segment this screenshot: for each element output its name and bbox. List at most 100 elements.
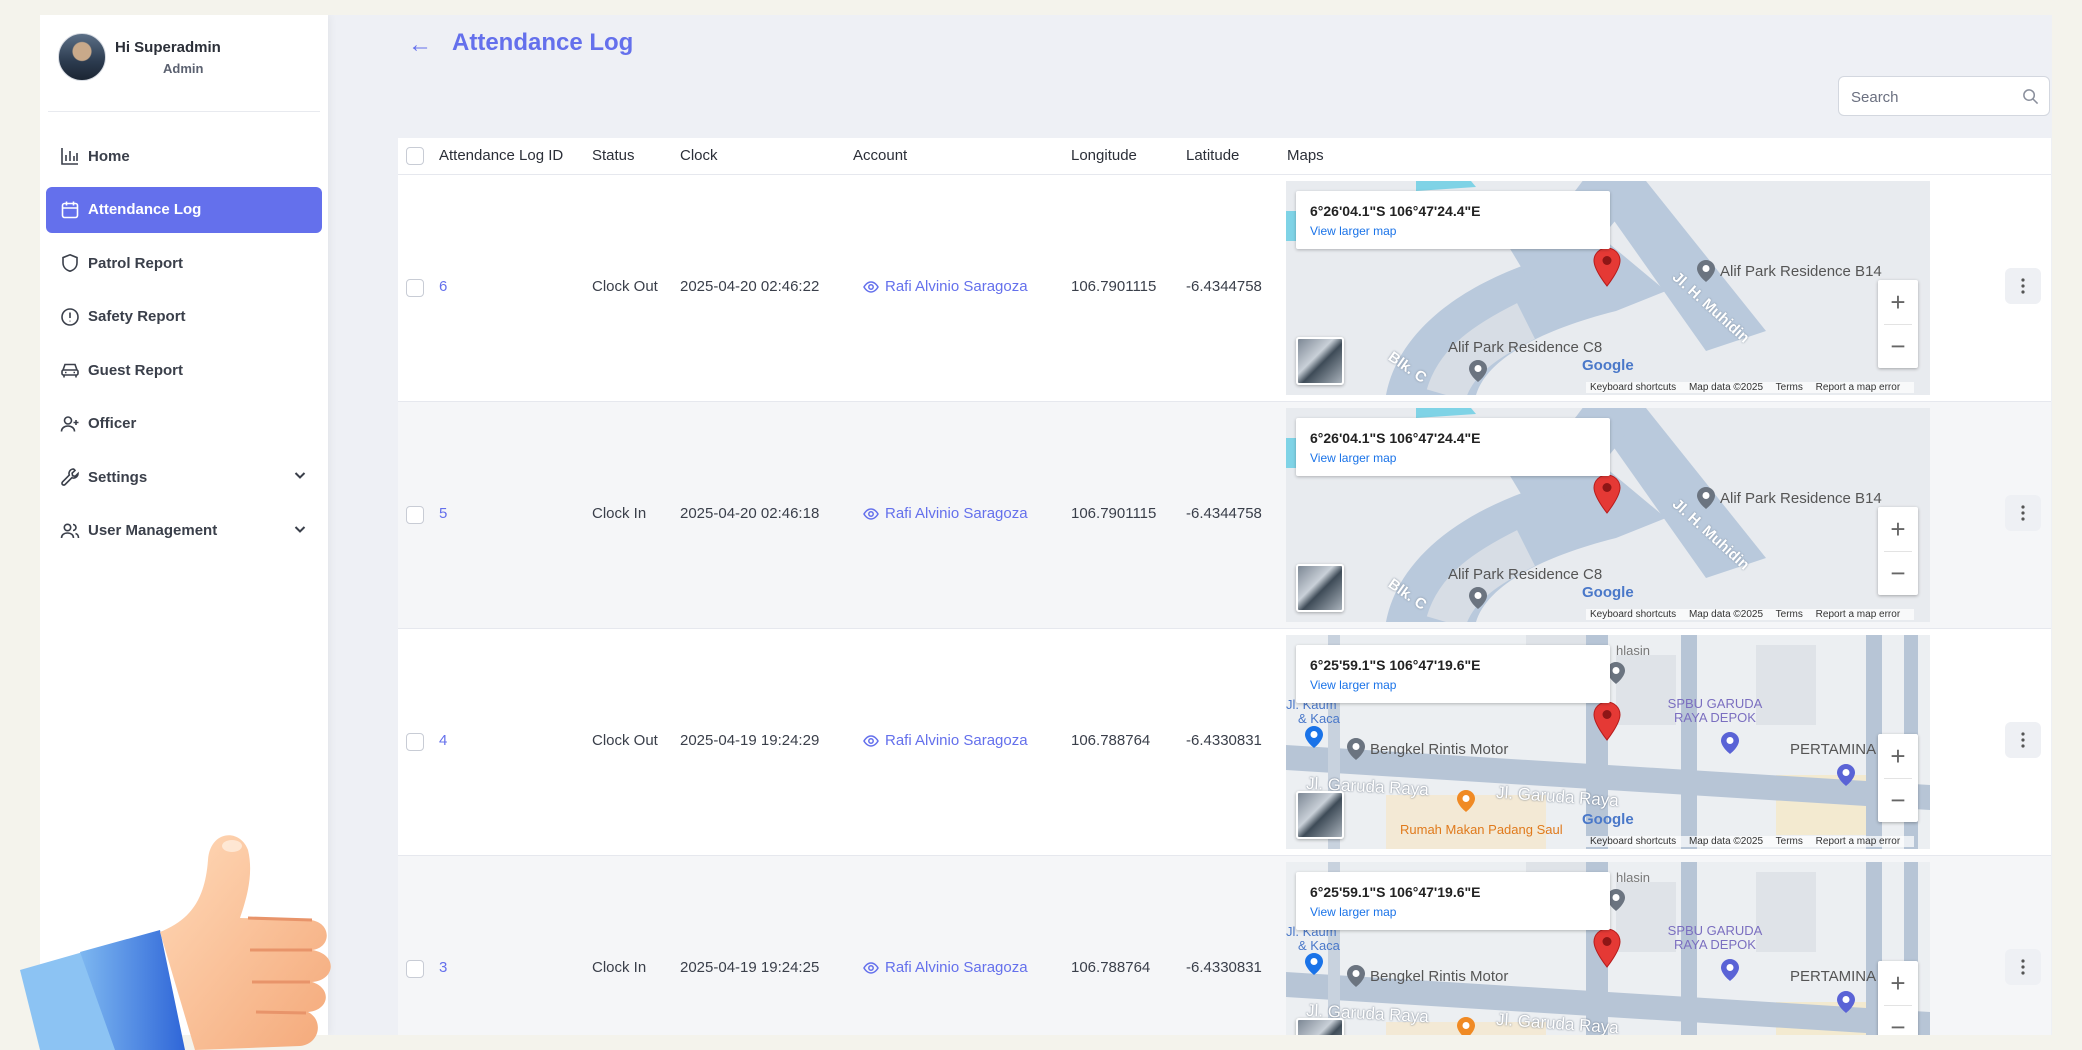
table-row[interactable]: 4 Clock Out 2025-04-19 19:24:29 Rafi Alv… [398,629,2051,856]
sidebar-item-home[interactable]: Home [46,133,322,179]
terms-link[interactable]: Terms [1776,836,1803,847]
embedded-map[interactable]: Alif Park Residence B14 Alif Park Reside… [1286,181,1930,395]
attendance-id-link[interactable]: 4 [439,732,447,749]
view-larger-map-link[interactable]: View larger map [1310,224,1396,238]
location-pin-icon[interactable] [1593,474,1621,514]
account-link[interactable]: Rafi Alvinio Saragoza [863,505,1028,522]
zoom-in-button[interactable]: + [1878,507,1918,551]
column-header[interactable]: Longitude [1071,147,1137,164]
location-pin-icon[interactable] [1593,701,1621,741]
sidebar-item-label: Officer [88,415,137,432]
keyboard-shortcuts-link[interactable]: Keyboard shortcuts [1590,382,1676,393]
table-row[interactable]: 5 Clock In 2025-04-20 02:46:18 Rafi Alvi… [398,402,2051,629]
keyboard-shortcuts-link[interactable]: Keyboard shortcuts [1590,609,1676,620]
latitude-text: -6.4330831 [1186,732,1262,749]
place-marker-icon[interactable] [1304,725,1324,754]
row-actions-button[interactable] [2005,268,2041,304]
table-body: 6 Clock Out 2025-04-20 02:46:22 Rafi Alv… [398,175,2051,1035]
restaurant-marker-icon[interactable] [1456,789,1476,818]
place-marker-icon[interactable] [1696,486,1716,515]
satellite-toggle-button[interactable] [1296,791,1344,839]
location-pin-icon[interactable] [1593,247,1621,287]
satellite-toggle-button[interactable] [1296,1018,1344,1035]
table-row[interactable]: 3 Clock In 2025-04-19 19:24:25 Rafi Alvi… [398,856,2051,1035]
terms-link[interactable]: Terms [1776,609,1803,620]
clock-text: 2025-04-20 02:46:18 [680,505,820,522]
column-header[interactable]: Account [853,147,907,164]
row-checkbox[interactable] [406,279,424,297]
search-box[interactable] [1838,76,2050,116]
map-data-text: Map data ©2025 [1688,382,1764,393]
place-marker-icon[interactable] [1836,990,1856,1019]
sidebar-item-patrol-report[interactable]: Patrol Report [46,240,322,286]
sidebar-item-safety-report[interactable]: Safety Report [46,294,322,340]
embedded-map[interactable]: Bengkel Rintis Motor SPBU GARUDA RAYA DE… [1286,635,1930,849]
attendance-id-link[interactable]: 5 [439,505,447,522]
column-header[interactable]: Status [592,147,635,164]
view-larger-map-link[interactable]: View larger map [1310,905,1396,919]
report-error-link[interactable]: Report a map error [1816,836,1900,847]
sidebar-item-settings[interactable]: Settings [46,454,322,500]
row-actions-button[interactable] [2005,722,2041,758]
report-error-link[interactable]: Report a map error [1816,609,1900,620]
view-larger-map-link[interactable]: View larger map [1310,678,1396,692]
report-error-link[interactable]: Report a map error [1816,382,1900,393]
view-larger-map-link[interactable]: View larger map [1310,451,1396,465]
zoom-out-button[interactable]: − [1878,551,1918,595]
keyboard-shortcuts-link[interactable]: Keyboard shortcuts [1590,836,1676,847]
embedded-map[interactable]: Bengkel Rintis Motor SPBU GARUDA RAYA DE… [1286,862,1930,1035]
status-text: Clock Out [592,732,658,749]
zoom-out-button[interactable]: − [1878,778,1918,822]
sidebar-item-attendance-log[interactable]: Attendance Log [46,186,322,233]
embedded-map[interactable]: Alif Park Residence B14 Alif Park Reside… [1286,408,1930,622]
account-link[interactable]: Rafi Alvinio Saragoza [863,959,1028,976]
column-header[interactable]: Latitude [1186,147,1239,164]
back-arrow-icon[interactable]: ← [408,31,432,59]
row-checkbox[interactable] [406,733,424,751]
place-marker-icon[interactable] [1346,964,1366,993]
place-marker-icon[interactable] [1720,958,1740,987]
place-marker-icon[interactable] [1696,259,1716,288]
select-all-checkbox[interactable] [406,147,424,165]
table-row[interactable]: 6 Clock Out 2025-04-20 02:46:22 Rafi Alv… [398,175,2051,402]
restaurant-marker-icon[interactable] [1456,1016,1476,1035]
place-marker-icon[interactable] [1836,763,1856,792]
search-input[interactable] [1849,86,2013,108]
column-header[interactable]: Attendance Log ID [439,147,563,164]
row-checkbox[interactable] [406,960,424,978]
zoom-in-button[interactable]: + [1878,280,1918,324]
zoom-in-button[interactable]: + [1878,961,1918,1005]
avatar[interactable] [58,33,106,81]
longitude-text: 106.7901115 [1071,505,1157,522]
account-link[interactable]: Rafi Alvinio Saragoza [863,278,1028,295]
place-marker-icon[interactable] [1468,586,1488,615]
sidebar-item-user-management[interactable]: User Management [46,508,322,554]
sidebar-item-officer[interactable]: Officer [46,401,322,447]
place-label: & Kaca [1298,711,1340,726]
zoom-out-button[interactable]: − [1878,324,1918,368]
place-marker-icon[interactable] [1720,731,1740,760]
attendance-id-link[interactable]: 3 [439,959,447,976]
satellite-toggle-button[interactable] [1296,337,1344,385]
terms-link[interactable]: Terms [1776,382,1803,393]
row-checkbox[interactable] [406,506,424,524]
satellite-toggle-button[interactable] [1296,564,1344,612]
profile[interactable]: Hi Superadmin Admin [58,33,318,93]
profile-role: Admin [163,61,204,76]
row-actions-button[interactable] [2005,495,2041,531]
clock-text: 2025-04-19 19:24:29 [680,732,820,749]
place-marker-icon[interactable] [1304,952,1324,981]
place-marker-icon[interactable] [1468,359,1488,388]
column-header[interactable]: Clock [680,147,718,164]
map-coordinates: 6°26'04.1"S 106°47'24.4"E [1310,203,1481,219]
zoom-out-button[interactable]: − [1878,1005,1918,1035]
zoom-in-button[interactable]: + [1878,734,1918,778]
search-icon[interactable] [2022,88,2039,105]
attendance-id-link[interactable]: 6 [439,278,447,295]
place-marker-icon[interactable] [1346,737,1366,766]
location-pin-icon[interactable] [1593,928,1621,968]
account-link[interactable]: Rafi Alvinio Saragoza [863,732,1028,749]
more-vertical-icon [2021,505,2025,521]
row-actions-button[interactable] [2005,949,2041,985]
sidebar-item-guest-report[interactable]: Guest Report [46,347,322,393]
